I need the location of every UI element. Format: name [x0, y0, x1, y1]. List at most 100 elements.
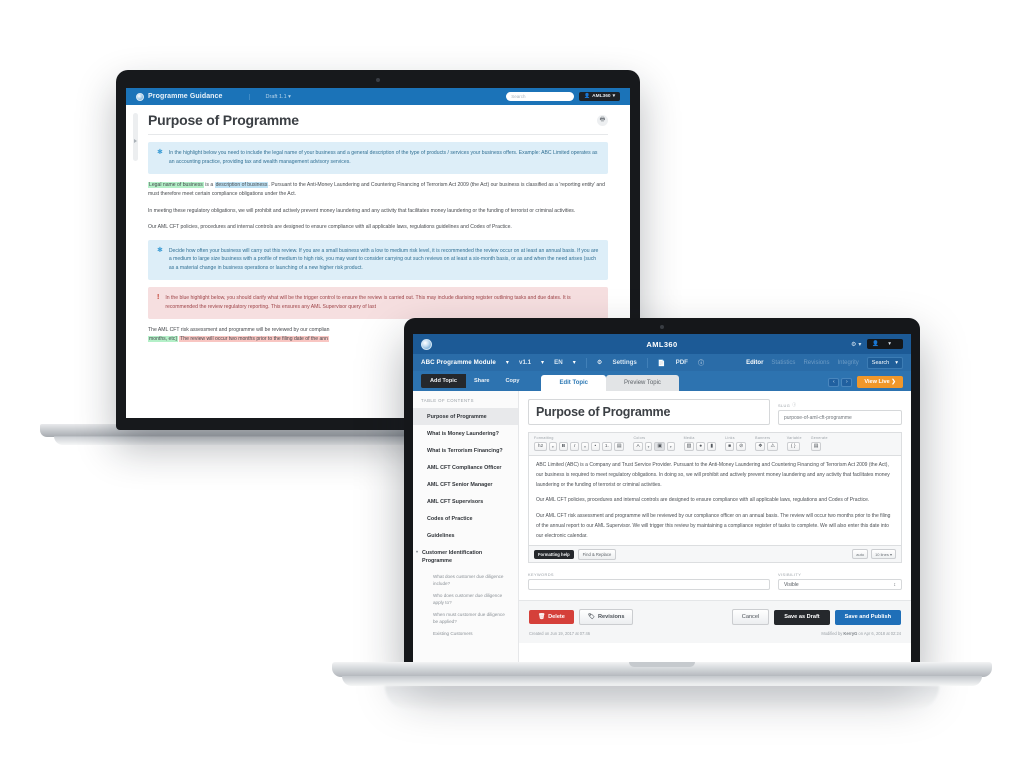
table-button[interactable]: ▤	[613, 442, 625, 451]
nav-link-statistics[interactable]: Statistics	[771, 360, 795, 366]
version-selector[interactable]: v1.1	[519, 359, 531, 366]
settings-link[interactable]: Settings	[612, 359, 636, 366]
gear-icon: ⚙	[596, 359, 603, 366]
save-and-publish-button[interactable]: Save and Publish	[834, 609, 901, 625]
insert-link-button[interactable]: ■	[725, 442, 735, 451]
highlight-color-button[interactable]: ▣	[654, 442, 665, 451]
toolbar-buttons: ❖ ⚠	[755, 442, 778, 451]
guidance-note-text: In the blue highlight below, you should …	[165, 295, 571, 311]
guidance-body: Purpose of Programme 🖶 ✱ In the highligh…	[126, 105, 630, 345]
document-button[interactable]: ▮	[707, 442, 717, 451]
next-topic-button[interactable]: ›	[841, 377, 853, 387]
sidebar-item-aml-cft-compliance-officer[interactable]: AML CFT Compliance Officer	[413, 459, 518, 476]
generate-button[interactable]: ▤	[810, 442, 822, 451]
user-menu-button[interactable]: 👤 ▾	[867, 339, 903, 349]
view-live-button[interactable]: View Live ❯	[857, 376, 903, 388]
sidebar-item-customer-identification-programme[interactable]: Customer Identification Programme	[413, 545, 518, 570]
revisions-button[interactable]: 🏷 Revisions	[578, 609, 634, 625]
chevron-down-icon: ▾	[888, 341, 891, 347]
guidance-brand[interactable]: Programme Guidance	[136, 92, 223, 101]
add-topic-button[interactable]: Add Topic	[421, 374, 466, 388]
sidebar-item-what-is-money-laundering[interactable]: What is Money Laundering?	[413, 425, 518, 442]
nav-link-editor[interactable]: Editor	[746, 360, 763, 366]
module-selector[interactable]: ABC Programme Module	[421, 359, 496, 366]
bold-button[interactable]: B	[558, 442, 569, 451]
table-of-contents-sidebar: TABLE OF CONTENTS Purpose of Programme W…	[413, 391, 519, 662]
share-button[interactable]: Share	[466, 374, 498, 388]
numbered-list-button[interactable]: 1.	[601, 442, 612, 451]
bullet-list-button[interactable]: •	[590, 442, 600, 451]
asterisk-icon: ✱	[157, 149, 163, 156]
prev-topic-button[interactable]: ‹	[828, 377, 840, 387]
language-selector[interactable]: EN	[554, 359, 563, 366]
laptops-scene: Programme Guidance Draft 1.1 ▾ Search 👤 …	[0, 0, 1024, 768]
sidebar-item-guidelines[interactable]: Guidelines	[413, 528, 518, 545]
front-laptop-lip	[629, 662, 695, 667]
chevron-down-icon[interactable]: ▾	[549, 442, 557, 451]
topic-title-input[interactable]: Purpose of Programme	[528, 399, 770, 425]
guidance-topbar: Programme Guidance Draft 1.1 ▾ Search 👤 …	[126, 88, 630, 105]
save-as-draft-button[interactable]: Save as Draft	[774, 609, 830, 625]
sidebar-item-codes-of-practice[interactable]: Codes of Practice	[413, 511, 518, 528]
sidebar-subitem-when-must-cdd-be-applied[interactable]: When must customer due diligence be appl…	[413, 609, 518, 628]
nav-divider	[646, 357, 648, 368]
chevron-down-icon[interactable]: ▾	[644, 442, 653, 451]
formatting-help-button[interactable]: Formatting help	[534, 549, 574, 559]
toc-heading: TABLE OF CONTENTS	[421, 398, 474, 403]
nav-link-revisions[interactable]: Revisions	[803, 360, 829, 366]
warning-banner-button[interactable]: ⚠	[767, 442, 778, 451]
delete-button[interactable]: 🗑 Delete	[529, 610, 574, 624]
line-count-select[interactable]: 10 lines ▾	[871, 549, 896, 559]
slug-input[interactable]: purpose-of-aml-cft-programme	[778, 410, 902, 425]
sidebar-expand-handle[interactable]	[133, 113, 138, 161]
sidebar-item-aml-cft-senior-manager[interactable]: AML CFT Senior Manager	[413, 476, 518, 493]
front-laptop-reflection	[384, 686, 940, 710]
globe-icon[interactable]	[421, 338, 432, 350]
chevron-down-icon[interactable]: ▾	[666, 442, 675, 451]
sidebar-subitem-who-does-cdd-apply-to[interactable]: Who does customer due diligence apply to…	[413, 589, 518, 608]
sidebar-item-purpose-of-programme[interactable]: Purpose of Programme	[413, 408, 518, 426]
topic-pager: ‹ ›	[828, 377, 853, 387]
app-topbar: AML360 ⚙ ▾ 👤 ▾	[413, 334, 911, 354]
copy-button[interactable]: Copy	[497, 374, 527, 388]
draft-version-label: Draft 1.1	[265, 93, 287, 100]
sidebar-subitem-existing-customers[interactable]: Existing Customers	[413, 628, 518, 640]
search-input[interactable]: Search	[506, 92, 575, 101]
unlink-button[interactable]: ⊘	[736, 442, 747, 451]
page-title: Purpose of Programme	[148, 112, 299, 128]
sidebar-item-what-is-terrorism-financing[interactable]: What is Terrorism Financing?	[413, 442, 518, 459]
draft-version-selector[interactable]: Draft 1.1 ▾	[248, 93, 291, 100]
auto-height-button[interactable]: auto	[852, 549, 869, 559]
sidebar-subitem-what-does-cdd-include[interactable]: What does customer due diligence include…	[413, 570, 518, 589]
visibility-select[interactable]: Visible ↕	[778, 579, 902, 590]
info-banner-button[interactable]: ❖	[755, 442, 766, 451]
editor-header-row: Purpose of Programme SLUG ⓘ purpose-of-a…	[528, 399, 902, 425]
topic-body-textarea[interactable]: ABC Limited (ABC) is a Company and Trust…	[528, 455, 902, 546]
tab-preview-topic[interactable]: Preview Topic	[606, 375, 679, 391]
sidebar-item-aml-cft-supervisors[interactable]: AML CFT Supervisors	[413, 494, 518, 511]
user-menu-button[interactable]: 👤 AML360 ▾	[579, 92, 620, 101]
tab-edit-topic[interactable]: Edit Topic	[541, 375, 607, 391]
person-icon: 👤	[584, 94, 591, 99]
find-replace-button[interactable]: Find & Replace	[577, 548, 617, 560]
video-button[interactable]: ●	[696, 442, 706, 451]
back-laptop-camera-icon	[376, 78, 380, 82]
keywords-group: KEYWORDS	[528, 572, 770, 590]
highlight-description: description of business	[214, 181, 269, 188]
search-dropdown-button[interactable]: Search ▾	[866, 356, 903, 369]
pdf-link[interactable]: PDF	[676, 359, 688, 366]
keywords-input[interactable]	[528, 579, 770, 590]
chevron-down-icon[interactable]: ▾	[581, 442, 589, 451]
image-button[interactable]: ▧	[683, 442, 695, 451]
guidance-topbar-right: Search 👤 AML360 ▾	[506, 92, 620, 101]
italic-button[interactable]: I	[570, 442, 580, 451]
cancel-button[interactable]: Cancel	[731, 609, 770, 625]
visibility-value: Visible	[784, 581, 799, 588]
insert-variable-button[interactable]: { }	[786, 442, 800, 451]
heading-select-button[interactable]: h2	[534, 442, 547, 451]
settings-menu-button[interactable]: ⚙ ▾	[851, 341, 861, 348]
print-icon[interactable]: 🖶	[597, 114, 608, 126]
created-prefix: Created on	[529, 631, 551, 636]
nav-link-integrity[interactable]: Integrity	[837, 360, 858, 366]
text-color-button[interactable]: A	[633, 442, 643, 451]
